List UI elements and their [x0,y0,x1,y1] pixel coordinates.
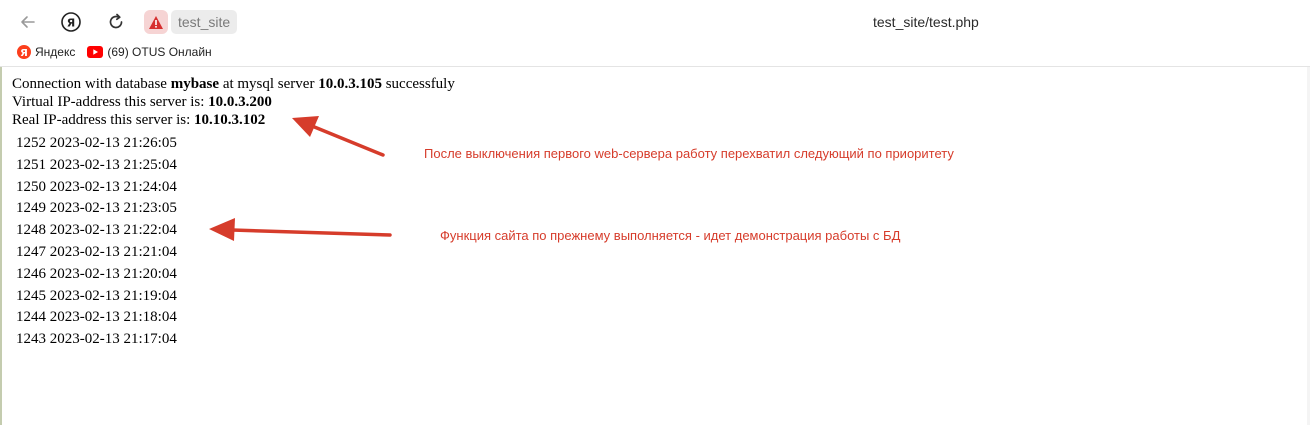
record-row: 1244 2023-02-13 21:18:04 [16,309,177,326]
bookmarks-bar: Я Яндекс (69) OTUS Онлайн [17,45,224,59]
virtual-ip-line: Virtual IP-address this server is: 10.0.… [12,94,272,110]
annotation-failover-note: После выключения первого web-сервера раб… [424,146,954,161]
record-row: 1248 2023-02-13 21:22:04 [16,222,177,239]
svg-text:Я: Я [20,48,28,59]
db-server-ip: 10.0.3.105 [318,76,382,92]
virtual-ip-value: 10.0.3.200 [208,94,272,110]
bookmark-yandex[interactable]: Я Яндекс [17,45,75,59]
records-list: 1252 2023-02-13 21:26:05 1251 2023-02-13… [16,133,455,351]
record-row: 1246 2023-02-13 21:20:04 [16,265,177,282]
record-row: 1245 2023-02-13 21:19:04 [16,287,177,304]
db-connection-line: Connection with database mybase at mysql… [12,76,455,92]
real-ip-line: Real IP-address this server is: 10.10.3.… [12,112,266,128]
reload-icon [109,13,123,29]
svg-text:Я: Я [67,17,75,30]
arrow-left-icon [21,16,35,28]
record-row: 1247 2023-02-13 21:21:04 [16,243,177,260]
bookmark-otus[interactable]: (69) OTUS Онлайн [87,45,212,59]
youtube-icon [87,46,104,58]
site-info-group[interactable]: test_site [144,10,238,34]
record-row: 1250 2023-02-13 21:24:04 [16,178,177,195]
annotation-db-note: Функция сайта по прежнему выполняется - … [440,228,901,243]
yandex-icon: Я [17,45,31,59]
db-name: mybase [170,76,220,92]
page-url-title[interactable]: test_site/test.php [873,14,979,30]
yandex-home-button[interactable]: Я [58,9,84,35]
bookmark-label: Яндекс [35,45,76,59]
warning-triangle-icon [149,15,163,29]
record-row: 1243 2023-02-13 21:17:04 [16,331,177,348]
security-warning-button[interactable] [144,10,168,34]
site-name-chip[interactable]: test_site [171,10,238,34]
reload-button[interactable] [103,9,129,35]
yandex-logo-icon: Я [61,12,81,32]
window-edge [0,67,2,425]
real-ip-value: 10.10.3.102 [194,112,266,128]
record-row: 1251 2023-02-13 21:25:04 [16,156,177,173]
browser-toolbar: Я test_site test_site/test.php Я Яндекс … [0,0,1310,67]
page-content: Connection with database mybase at mysql… [12,75,455,351]
record-row: 1249 2023-02-13 21:23:05 [16,200,177,217]
back-button[interactable] [15,9,41,35]
bookmark-label: (69) OTUS Онлайн [107,45,212,59]
record-row: 1252 2023-02-13 21:26:05 [16,135,177,151]
